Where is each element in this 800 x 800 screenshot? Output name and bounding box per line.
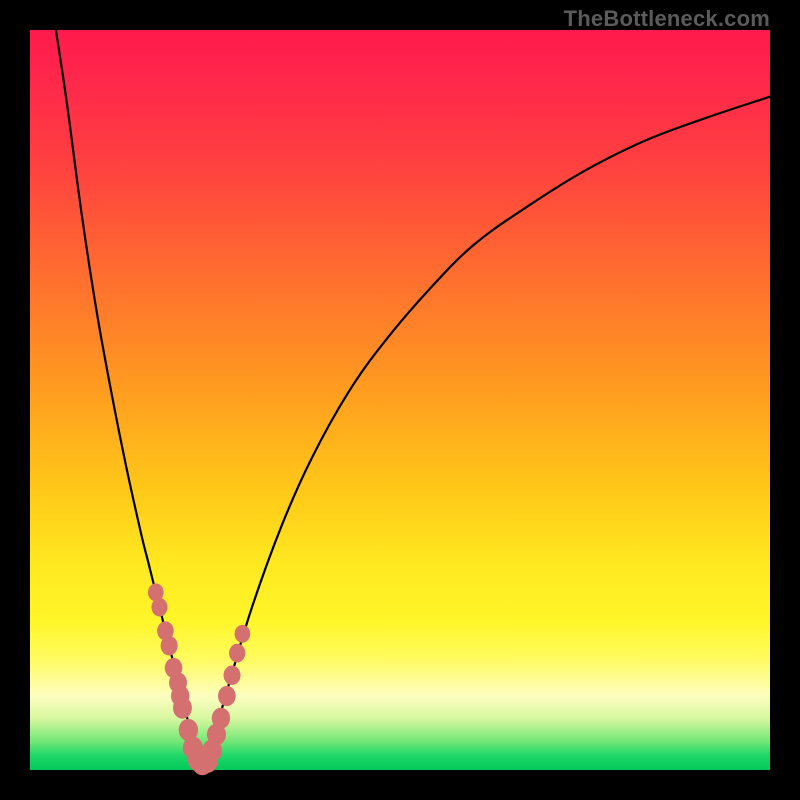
curves-svg [30,30,770,770]
bead [224,666,241,686]
bead [218,686,236,706]
watermark-text: TheBottleneck.com [564,6,770,32]
right-curve [206,97,770,762]
bead [235,625,251,643]
chart-frame: TheBottleneck.com [0,0,800,800]
plot-area [30,30,770,770]
bead [151,598,167,616]
bead-group [148,583,250,775]
bead [229,644,245,663]
bead [173,697,192,719]
left-curve [56,30,199,763]
bead [161,636,178,656]
bead [212,708,230,729]
